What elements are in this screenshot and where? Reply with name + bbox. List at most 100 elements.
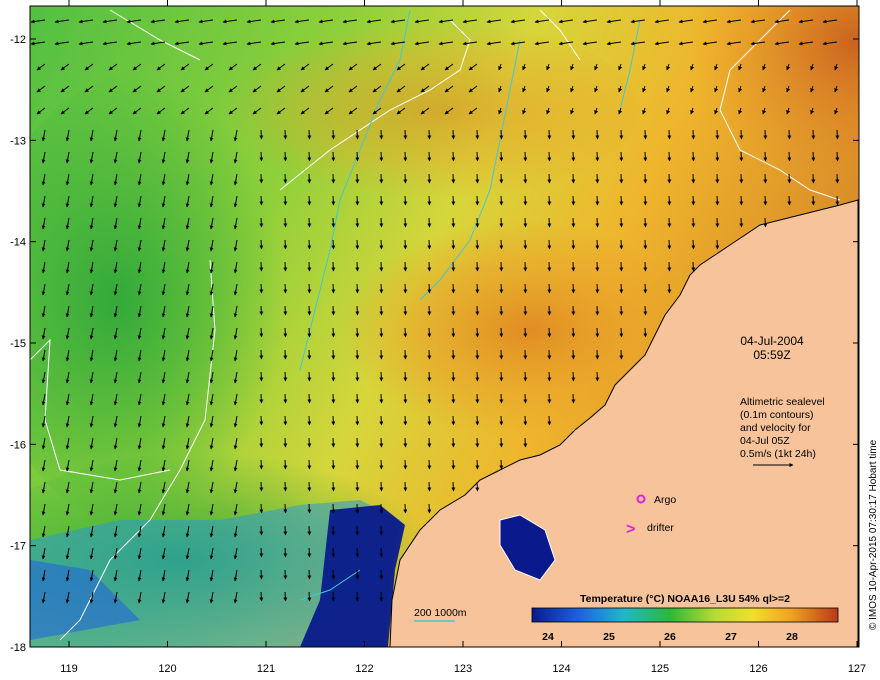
velocity-arrow [571,305,576,316]
drifter-marker: > [626,521,635,538]
velocity-arrow [475,437,480,448]
velocity-arrow [475,305,480,316]
velocity-arrow [403,481,408,492]
velocity-arrow [283,327,288,338]
map-time: 05:59Z [753,348,790,362]
velocity-arrow [379,305,384,316]
velocity-arrow [547,151,552,162]
velocity-arrow [379,239,384,250]
velocity-arrow [307,591,312,602]
velocity-arrow [667,129,672,140]
velocity-arrow [427,393,432,404]
x-tick-label: 119 [60,663,78,675]
velocity-arrow [259,547,264,558]
velocity-arrow [331,525,336,536]
velocity-arrow [427,437,432,448]
velocity-arrow [403,503,408,514]
velocity-arrow [379,217,384,228]
velocity-arrow [331,393,336,404]
x-tick-label: 127 [848,663,866,675]
velocity-arrow [523,239,528,250]
velocity-arrow [379,173,384,184]
velocity-arrow [523,327,528,338]
velocity-arrow [763,129,768,140]
velocity-arrow [523,283,528,294]
velocity-arrow [379,459,384,470]
sst-map-figure: 119 120 121 122 123 124 125 126 127 -12 -13 -14 -15… [10,0,879,675]
velocity-arrow [571,239,576,250]
x-tick-label: 126 [749,663,767,675]
velocity-arrow [427,481,432,492]
velocity-arrow [811,129,816,140]
velocity-arrow [259,349,264,360]
velocity-arrow [331,569,336,580]
velocity-arrow [643,261,648,272]
colorbar-tick-28: 28 [786,631,798,643]
velocity-arrow [259,591,264,602]
velocity-arrow [307,459,312,470]
velocity-arrow [283,591,288,602]
velocity-arrow [499,195,504,206]
velocity-arrow [403,173,408,184]
velocity-arrow [283,569,288,580]
velocity-arrow [259,503,264,514]
velocity-arrow [619,173,624,184]
velocity-arrow [499,283,504,294]
velocity-arrow [811,151,816,162]
velocity-arrow [403,261,408,272]
velocity-arrow [499,217,504,228]
velocity-arrow [763,173,768,184]
velocity-arrow [259,173,264,184]
velocity-arrow [283,525,288,536]
velocity-arrow [499,349,504,360]
velocity-arrow [499,173,504,184]
velocity-arrow [259,437,264,448]
velocity-arrow [523,371,528,382]
y-tick-label: -17 [10,541,26,553]
velocity-arrow [619,239,624,250]
velocity-arrow [451,239,456,250]
velocity-arrow [259,525,264,536]
velocity-arrow [475,327,480,338]
velocity-arrow [499,239,504,250]
altimetry-line-1: Altimetric sealevel [740,396,825,408]
velocity-arrow [355,261,360,272]
velocity-arrow [523,393,528,404]
velocity-arrow [475,129,480,140]
x-tick-label: 122 [355,663,373,675]
velocity-arrow [715,151,720,162]
velocity-arrow [619,283,624,294]
velocity-arrow [763,217,768,228]
velocity-arrow [499,129,504,140]
velocity-arrow [259,415,264,426]
velocity-arrow [571,393,576,404]
velocity-arrow [451,437,456,448]
velocity-arrow [355,525,360,536]
velocity-arrow [283,151,288,162]
velocity-arrow [571,173,576,184]
velocity-arrow [547,239,552,250]
velocity-arrow [355,173,360,184]
velocity-arrow [571,349,576,360]
velocity-arrow [787,173,792,184]
velocity-arrow [547,349,552,360]
velocity-arrow [427,283,432,294]
velocity-arrow [307,195,312,206]
velocity-arrow [331,129,336,140]
y-tick-label: -15 [10,338,26,350]
velocity-arrow [451,305,456,316]
velocity-arrow [379,415,384,426]
drifter-label: drifter [647,522,674,534]
velocity-arrow [427,503,432,514]
velocity-arrow [379,525,384,536]
velocity-arrow [691,195,696,206]
velocity-arrow [331,371,336,382]
velocity-arrow [691,129,696,140]
x-tick-label: 125 [651,663,669,675]
velocity-arrow [307,569,312,580]
velocity-arrow [643,283,648,294]
velocity-arrow [571,195,576,206]
velocity-arrow [331,349,336,360]
velocity-arrow [571,327,576,338]
velocity-arrow [715,129,720,140]
